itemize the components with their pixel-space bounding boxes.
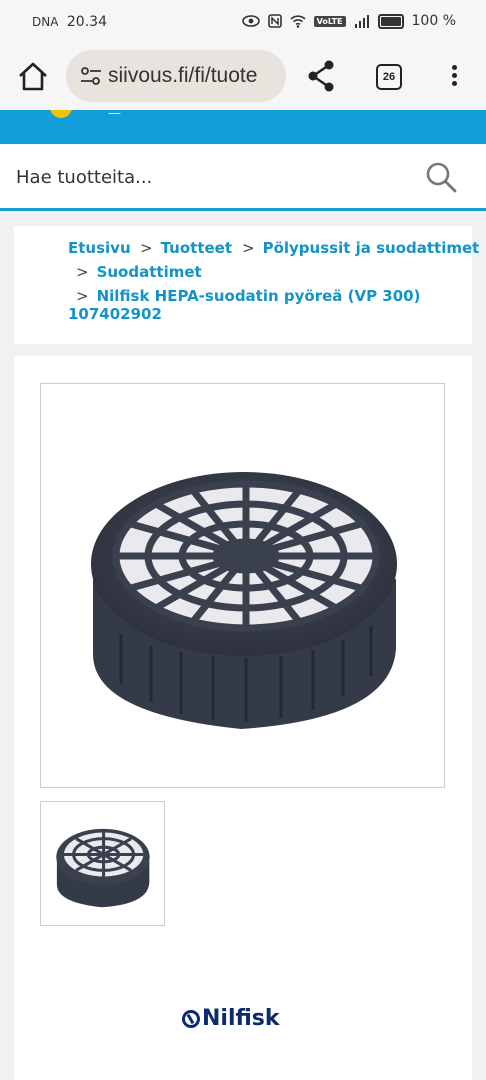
breadcrumb-separator: > bbox=[242, 239, 255, 257]
status-bar: DNA 20.34 VoLTE 100 % bbox=[0, 0, 486, 44]
brand-logo-text: Nilfisk bbox=[202, 1006, 280, 1031]
clock: 20.34 bbox=[66, 14, 107, 30]
nfc-icon bbox=[267, 14, 282, 28]
product-thumbnail[interactable] bbox=[40, 801, 165, 926]
search-bar bbox=[0, 144, 486, 211]
home-icon[interactable] bbox=[16, 60, 50, 94]
banner-text: — bbox=[108, 110, 121, 121]
breadcrumb-item-home[interactable]: Etusivu bbox=[68, 239, 131, 257]
breadcrumb-item-products[interactable]: Tuotteet bbox=[161, 239, 232, 257]
tab-switcher-button[interactable]: 26 bbox=[376, 64, 402, 90]
hepa-filter-thumbnail-image bbox=[56, 828, 150, 908]
carrier-label: DNA bbox=[32, 15, 59, 29]
breadcrumb-item-filters[interactable]: Suodattimet bbox=[97, 263, 202, 281]
site-banner: — bbox=[0, 110, 486, 144]
signal-icon bbox=[354, 14, 369, 28]
breadcrumb-separator: > bbox=[140, 239, 153, 257]
url-text[interactable]: siivous.fi/fi/tuote bbox=[108, 64, 257, 88]
battery-percent: 100 % bbox=[411, 13, 456, 29]
search-icon[interactable] bbox=[424, 160, 458, 194]
nilfisk-logo-icon bbox=[182, 1009, 200, 1028]
share-icon[interactable] bbox=[306, 58, 336, 94]
eye-icon bbox=[241, 15, 260, 27]
breadcrumb-item-bags-filters[interactable]: Pölypussit ja suodattimet bbox=[263, 239, 480, 257]
breadcrumb: Etusivu > Tuotteet > Pölypussit ja suodatt… bbox=[14, 226, 479, 344]
product-main-image[interactable] bbox=[40, 383, 445, 788]
banner-logo-fragment bbox=[50, 110, 72, 118]
more-menu-icon[interactable] bbox=[446, 62, 462, 92]
volte-badge: VoLTE bbox=[313, 15, 346, 27]
browser-toolbar: siivous.fi/fi/tuote 26 bbox=[0, 44, 486, 110]
site-settings-icon[interactable] bbox=[80, 66, 102, 86]
brand-logo[interactable]: Nilfisk bbox=[182, 1006, 280, 1031]
product-card: Nilfisk bbox=[14, 356, 472, 1080]
url-bar[interactable]: siivous.fi/fi/tuote bbox=[66, 50, 286, 102]
battery-icon bbox=[377, 13, 404, 29]
breadcrumb-item-sku[interactable]: 107402902 bbox=[68, 305, 162, 323]
hepa-filter-image bbox=[91, 472, 397, 729]
breadcrumb-separator: > bbox=[76, 263, 89, 281]
wifi-icon bbox=[290, 14, 306, 28]
search-input[interactable] bbox=[14, 156, 398, 198]
